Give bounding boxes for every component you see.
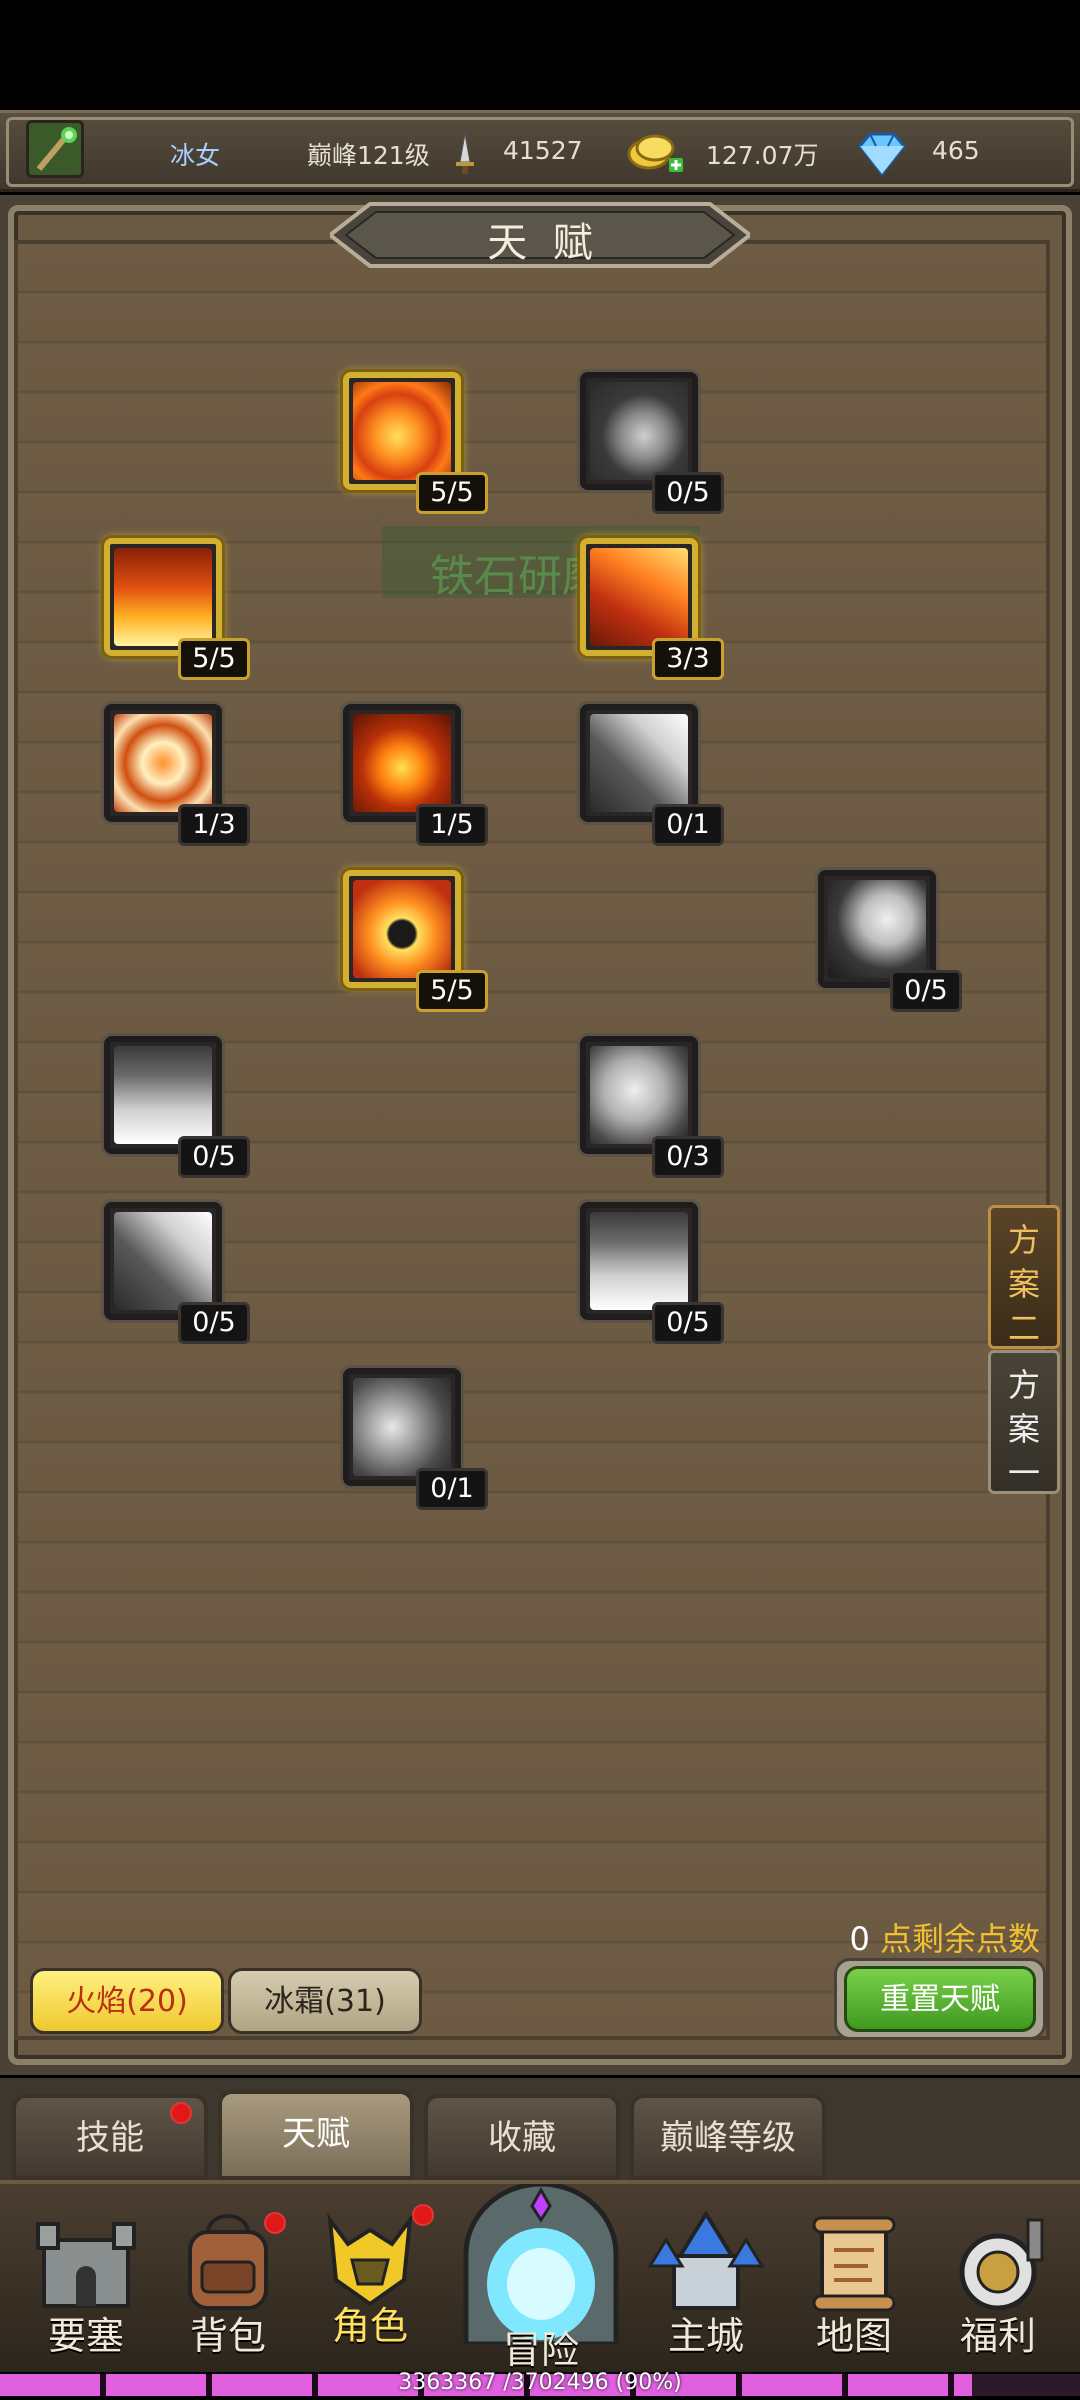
notification-dot bbox=[412, 2204, 434, 2226]
talent-level-badge: 0/5 bbox=[652, 472, 724, 514]
talent-level-badge: 5/5 bbox=[178, 638, 250, 680]
talent-level-badge: 0/3 bbox=[652, 1136, 724, 1178]
nav-main-city-label: 主城 bbox=[667, 2314, 744, 2358]
hero-avatar[interactable] bbox=[26, 120, 84, 178]
fortress-icon bbox=[36, 2222, 136, 2308]
tab-skills-label: 技能 bbox=[76, 2118, 144, 2158]
nav-character-label: 角色 bbox=[331, 2304, 408, 2348]
nav-map[interactable]: 地图 bbox=[792, 2210, 916, 2360]
tab-talent-label: 天赋 bbox=[282, 2114, 350, 2154]
talent-level-badge: 1/5 bbox=[416, 804, 488, 846]
tab-collection-label: 收藏 bbox=[488, 2118, 556, 2158]
gift-bag-icon bbox=[959, 2218, 1044, 2311]
staff-icon bbox=[36, 127, 77, 171]
flame-burst-icon bbox=[114, 548, 212, 646]
reset-button-label: 重置天赋 bbox=[880, 1982, 1000, 2017]
fire-tab-label: 火焰(20) bbox=[66, 1984, 188, 2019]
talent-level-badge: 1/3 bbox=[178, 804, 250, 846]
nav-adventure[interactable]: 冒险 bbox=[450, 2181, 632, 2374]
talent-level-badge: 0/5 bbox=[178, 1136, 250, 1178]
nav-main-city[interactable]: 主城 bbox=[644, 2210, 768, 2360]
talent-level-badge: 0/1 bbox=[652, 804, 724, 846]
remaining-points: 0 点剩余点数 bbox=[849, 1914, 1040, 1960]
plan-one-label: 方案一 bbox=[1008, 1366, 1041, 1492]
frost-element-tab[interactable]: 冰霜(31) bbox=[228, 1968, 422, 2034]
fire-orb-icon bbox=[353, 382, 451, 480]
map-scroll-icon bbox=[812, 2216, 896, 2312]
nav-map-label: 地图 bbox=[815, 2314, 892, 2358]
fire-element-tab[interactable]: 火焰(20) bbox=[30, 1968, 224, 2034]
stone-meteor-icon bbox=[590, 382, 688, 480]
fire-rune-icon bbox=[114, 714, 212, 812]
talent-level-badge: 5/5 bbox=[416, 472, 488, 514]
power-sword-icon bbox=[450, 132, 480, 180]
talent-level-badge: 0/5 bbox=[890, 970, 962, 1012]
xp-text: 3363367 /3702496 (90%) bbox=[398, 2370, 682, 2395]
gold-value: 127.07万 bbox=[706, 141, 819, 170]
fire-meteor-icon bbox=[353, 714, 451, 812]
diamond-icon[interactable] bbox=[852, 130, 912, 182]
nav-character[interactable]: 角色 bbox=[308, 2200, 432, 2350]
talent-level-badge: 5/5 bbox=[416, 970, 488, 1012]
white-flame-icon bbox=[590, 1212, 688, 1310]
peak-level: 巅峰121级 bbox=[307, 141, 430, 170]
notification-dot bbox=[264, 2212, 286, 2234]
comet-icon bbox=[114, 1212, 212, 1310]
tab-peak-level-label: 巅峰等级 bbox=[660, 2118, 796, 2158]
fist-icon bbox=[828, 880, 926, 978]
white-flame-icon bbox=[114, 1046, 212, 1144]
plan-one-tab[interactable]: 方案一 bbox=[988, 1350, 1060, 1494]
castle-icon bbox=[647, 2210, 765, 2310]
nav-fortress[interactable]: 要塞 bbox=[24, 2210, 148, 2360]
frost-tab-label: 冰霜(31) bbox=[264, 1984, 386, 2019]
tab-collection[interactable]: 收藏 bbox=[424, 2094, 620, 2180]
nav-welfare[interactable]: 福利 bbox=[936, 2210, 1060, 2360]
tab-peak-level[interactable]: 巅峰等级 bbox=[630, 2094, 826, 2180]
page-title: 天 赋 bbox=[487, 220, 593, 266]
plan-two-label: 方案二 bbox=[1008, 1221, 1041, 1347]
talent-level-badge: 0/1 bbox=[416, 1468, 488, 1510]
reset-talent-button[interactable]: 重置天赋 bbox=[844, 1966, 1036, 2032]
remaining-points-count: 0 bbox=[849, 1920, 870, 1958]
notification-dot bbox=[170, 2102, 192, 2124]
nav-backpack-label: 背包 bbox=[189, 2314, 266, 2358]
power-value: 41527 bbox=[503, 136, 583, 165]
nav-welfare-label: 福利 bbox=[959, 2314, 1036, 2358]
frost-splash-icon bbox=[353, 1378, 451, 1476]
hero-name: 冰女 bbox=[170, 141, 221, 170]
diamond-value: 465 bbox=[932, 136, 980, 165]
plan-two-tab[interactable]: 方案二 bbox=[988, 1205, 1060, 1349]
comet-icon bbox=[590, 714, 688, 812]
fire-streak-icon bbox=[590, 548, 688, 646]
gold-coin-icon[interactable] bbox=[625, 130, 689, 184]
rage-face-icon bbox=[590, 1046, 688, 1144]
remaining-points-label: 点剩余点数 bbox=[879, 1920, 1040, 1958]
talent-level-badge: 0/5 bbox=[652, 1302, 724, 1344]
talent-level-badge: 3/3 bbox=[652, 638, 724, 680]
warrior-flame-icon bbox=[353, 880, 451, 978]
tab-talent[interactable]: 天赋 bbox=[218, 2090, 414, 2180]
nav-fortress-label: 要塞 bbox=[47, 2314, 124, 2358]
talent-level-badge: 0/5 bbox=[178, 1302, 250, 1344]
nav-adventure-label: 冒险 bbox=[502, 2328, 579, 2372]
